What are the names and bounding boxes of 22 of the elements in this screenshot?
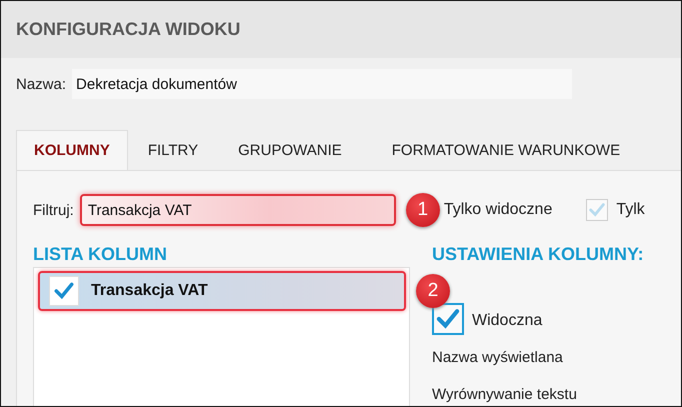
option-label: Tylko widoczne bbox=[444, 201, 552, 219]
callout-badge: 2 bbox=[416, 274, 450, 308]
tab[interactable]: KOLUMNY bbox=[16, 130, 128, 170]
column-name: Transakcja VAT bbox=[91, 282, 208, 300]
option-label: Tylk bbox=[616, 201, 645, 219]
check-icon bbox=[588, 201, 606, 219]
tab[interactable]: FORMATOWANIE WARUNKOWE bbox=[372, 130, 640, 170]
checkbox-label: Widoczna bbox=[472, 312, 542, 330]
tab[interactable]: FILTRY bbox=[128, 130, 218, 170]
tab[interactable]: GRUPOWANIE bbox=[218, 130, 362, 170]
callout-badge: 1 bbox=[406, 193, 440, 227]
field-label: Wyrównywanie tekstu bbox=[432, 386, 578, 403]
field-label: Filtruj: bbox=[33, 202, 74, 218]
section-heading: LISTA KOLUMN bbox=[33, 243, 168, 265]
check-icon bbox=[53, 280, 75, 302]
filter-field[interactable]: Transakcja VAT bbox=[80, 194, 396, 226]
field-label: Nazwa wyświetlana bbox=[432, 349, 564, 366]
field-label: Nazwa: bbox=[16, 76, 66, 92]
section-heading: USTAWIENIA KOLUMNY: bbox=[432, 243, 644, 265]
window-title: KONFIGURACJA WIDOKU bbox=[16, 19, 240, 40]
name-field[interactable]: Dekretacja dokumentów bbox=[72, 69, 572, 99]
checkbox[interactable] bbox=[432, 303, 464, 335]
